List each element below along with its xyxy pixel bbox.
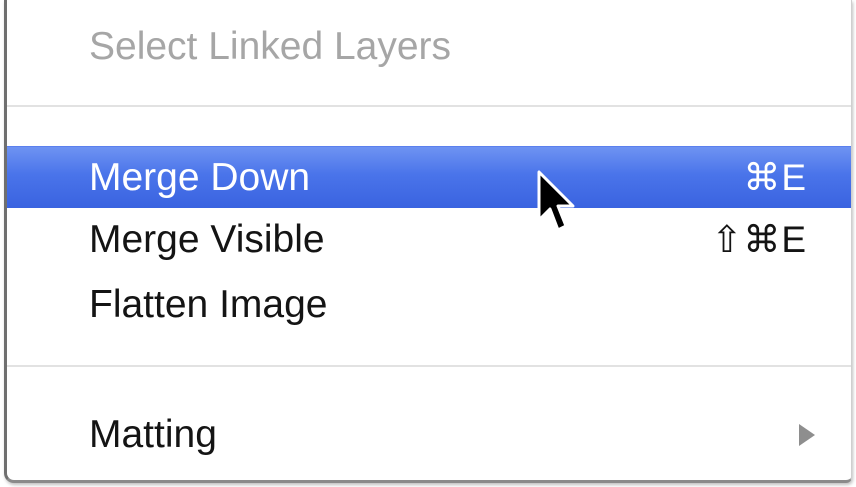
menu-item-merge-down[interactable]: Merge Down ⌘E: [7, 146, 851, 208]
menu-item-label: Matting: [89, 413, 217, 456]
layer-context-menu: Select Linked Layers Merge Down ⌘E Merge…: [4, 0, 852, 483]
submenu-arrow-icon: [799, 424, 815, 446]
menu-item-label: Merge Down: [89, 156, 311, 199]
menu-separator: [7, 365, 851, 367]
menu-item-label: Select Linked Layers: [89, 25, 452, 68]
menu-item-select-linked-layers: Select Linked Layers: [7, 16, 851, 78]
menu-item-merge-visible[interactable]: Merge Visible ⇧⌘E: [7, 209, 851, 271]
menu-item-label: Flatten Image: [89, 283, 328, 326]
menu-item-flatten-image[interactable]: Flatten Image: [7, 274, 851, 336]
menu-separator: [7, 105, 851, 107]
arrow-pointer-icon: [537, 170, 575, 232]
menu-item-shortcut: ⇧⌘E: [711, 219, 807, 260]
menu-item-shortcut: ⌘E: [743, 157, 807, 198]
menu-item-label: Merge Visible: [89, 218, 325, 261]
menu-item-matting[interactable]: Matting: [7, 404, 851, 466]
